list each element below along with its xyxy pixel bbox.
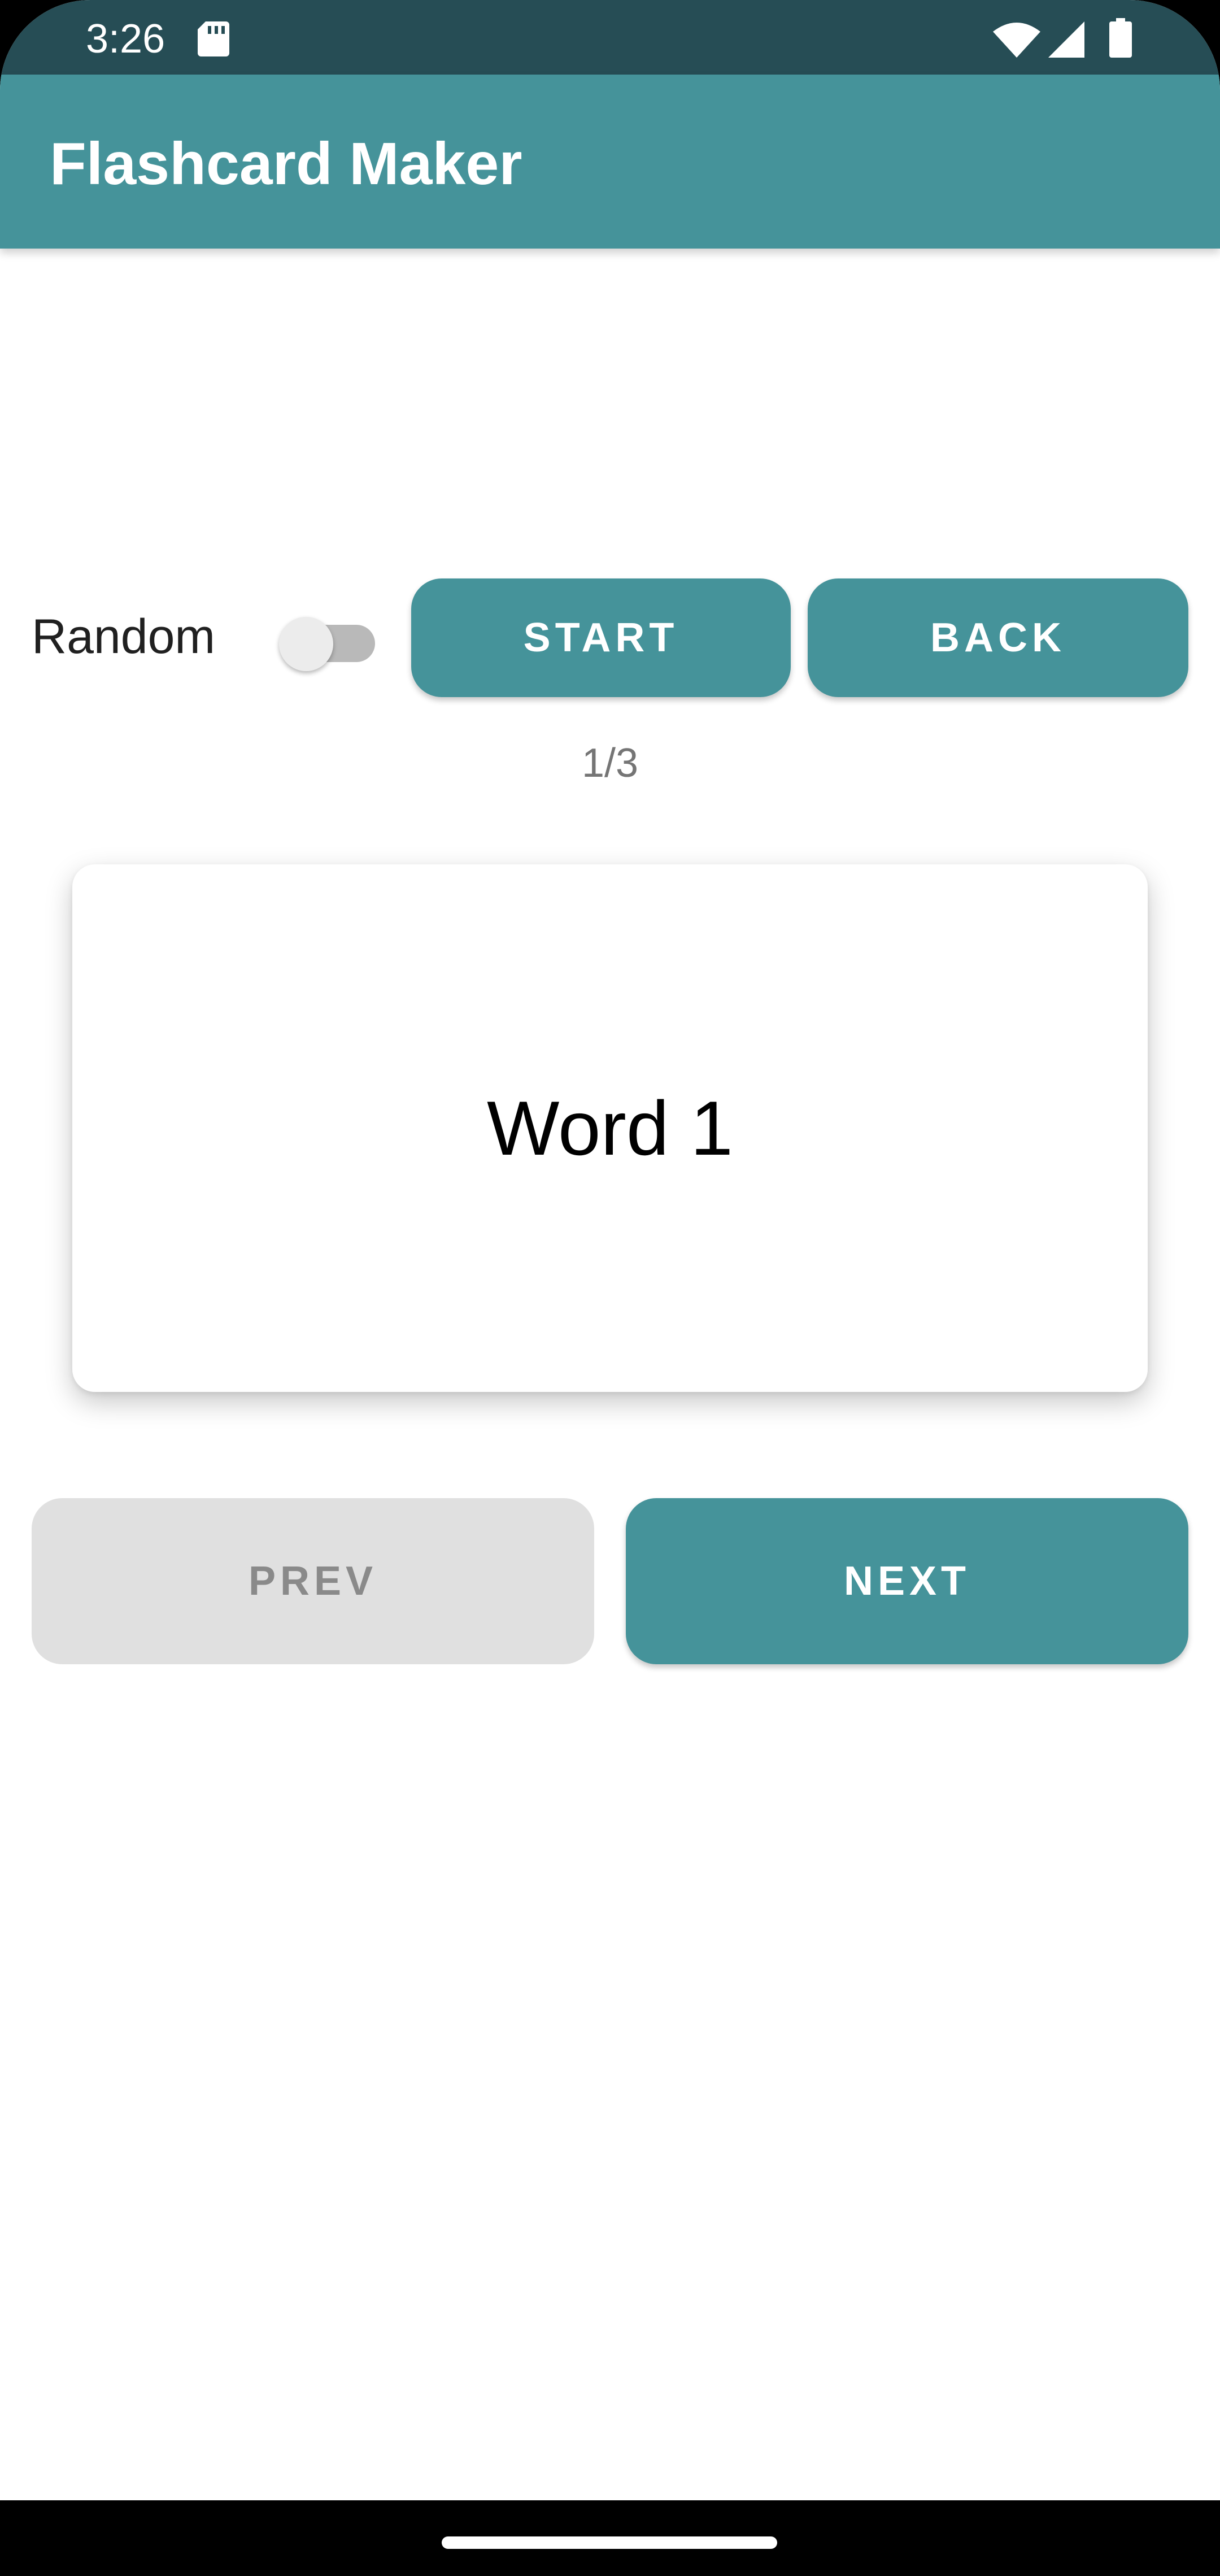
home-handle[interactable] xyxy=(442,2536,777,2549)
back-button[interactable]: BACK xyxy=(808,578,1188,697)
app-screen: 3:26 Flashcard Maker Random START BACK 1… xyxy=(0,0,1220,2576)
flashcard-word: Word 1 xyxy=(487,1085,733,1171)
card-counter: 1/3 xyxy=(581,741,639,786)
app-title: Flashcard Maker xyxy=(50,130,522,197)
start-button[interactable]: START xyxy=(411,578,791,697)
app-bar: Flashcard Maker xyxy=(0,75,1220,249)
toggle-thumb xyxy=(279,617,333,671)
sd-card-icon xyxy=(198,21,229,56)
signal-icon xyxy=(1048,21,1084,58)
flashcard[interactable]: Word 1 xyxy=(72,864,1148,1392)
system-navigation-bar xyxy=(0,2500,1220,2576)
random-toggle[interactable] xyxy=(279,607,378,671)
random-label: Random xyxy=(32,610,216,664)
prev-button[interactable]: PREV xyxy=(32,1498,594,1664)
wifi-icon xyxy=(993,23,1040,58)
status-bar: 3:26 xyxy=(0,0,1220,75)
battery-icon xyxy=(1109,18,1132,58)
next-button[interactable]: NEXT xyxy=(626,1498,1188,1664)
status-time: 3:26 xyxy=(86,16,165,62)
